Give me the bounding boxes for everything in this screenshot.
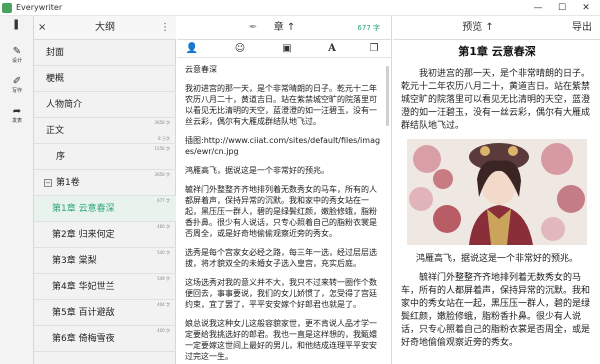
outline-item-label: 封面	[46, 48, 65, 58]
editor-toolbar: 👤 ☺ ▣ A ❐	[177, 40, 392, 58]
editor-line: 这场选秀对我的意义并不大，我只不过来转一圈作个数便回去，事事要说，我们的女儿娇惯…	[185, 278, 377, 309]
editor-textarea[interactable]: 云意春深 我初进宫的那一天，是个非常晴朗的日子。乾元十二年农历八月二十，黄道吉日…	[185, 64, 381, 364]
minimize-button[interactable]: —	[526, 0, 550, 16]
outline-panel: × 大纲 ⋮ 封面 梗概 人物简介 正文 3656 字 8 万字 序 1556 …	[34, 16, 176, 364]
outline-item-count: 549 字	[157, 276, 170, 281]
outline-item-label: 第2章 归来何定	[52, 230, 115, 240]
outline-item-chapter-2[interactable]: 第2章 归来何定 466 字	[34, 222, 176, 248]
export-button[interactable]: 导出	[572, 16, 592, 40]
preview-content: 第1章 云意春深 我初进宫的那一天，是个非常晴朗的日子。乾元十二年农历八月二十，…	[401, 44, 593, 364]
preview-paragraph: 鸿雁高飞，据说这是一个非常好的预兆。	[415, 254, 578, 264]
outline-item-label: 正文	[46, 126, 65, 136]
outline-item-count: 3656 字	[154, 172, 170, 177]
maximize-button[interactable]: ☐	[550, 0, 574, 16]
outline-item-characters[interactable]: 人物简介	[34, 92, 176, 118]
outline-item-volume-1[interactable]: − 第1卷 3656 字	[34, 170, 176, 196]
editor-line: 毓祥门外整整齐齐地排列着无数秀女的马车，所有的人都屏着声，保持异常的沉默。我和家…	[185, 185, 377, 238]
outline-item-chapter-5[interactable]: 第5章 百计避敌 404 字	[34, 300, 176, 326]
outline-item-label: 第1章 云意春深	[52, 204, 115, 214]
outline-item-count: 8 万字	[158, 136, 170, 141]
image-icon[interactable]: ▣	[280, 42, 294, 56]
preview-paragraph: 我初进宫的那一天，是个非常晴朗的日子。乾元十二年农历八月二十，黄道吉日。站在紫禁…	[401, 69, 591, 131]
editor-line: 我初进宫的那一天，是个非常晴朗的日子。乾元十二年农历八月二十，黄道吉日。站在紫禁…	[185, 84, 377, 126]
close-button[interactable]: ✕	[574, 0, 598, 16]
outline-item-label: 第5章 百计避敌	[52, 308, 115, 318]
editor-line: 选秀是每个宫家女必经之路，每三年一选，经过层层选拔，将才貌双全的未婚女子选入皇宫…	[185, 248, 377, 268]
outline-item-cover[interactable]: 封面	[34, 40, 176, 66]
outline-item-count: 400 字	[157, 328, 170, 333]
outline-item-chapter-1[interactable]: 第1章 云意春深 677 字	[34, 196, 176, 222]
editor-header: ✒ 章 ↑ 677 字	[177, 16, 392, 40]
preview-title[interactable]: 预览 ↑	[393, 16, 563, 40]
outline-item-chapter-6[interactable]: 第6章 倚梅雪夜 400 字	[34, 326, 176, 352]
outline-title: 大纲	[95, 22, 115, 33]
collapse-icon[interactable]: −	[44, 179, 52, 187]
preview-paragraph: 毓祥门外整整齐齐地排列着无数秀女的马车，所有的人都屏着声，保持异常的沉默。我和家…	[401, 273, 591, 348]
editor-panel: ✒ 章 ↑ 677 字 👤 ☺ ▣ A ❐ 云意春深 我初进宫的那一天，是个非常…	[177, 16, 392, 364]
portrait-illustration-image	[407, 139, 587, 245]
title-bar: Everywriter — ☐ ✕	[0, 0, 600, 16]
font-icon[interactable]: A	[325, 42, 339, 56]
outline-item-count: 1556 字	[154, 146, 170, 151]
outline-item-count: 677 字	[157, 198, 170, 203]
window-title: Everywriter	[16, 3, 63, 12]
toolbar-write-label: 写作	[11, 88, 22, 94]
editor-scrollbar[interactable]	[386, 66, 389, 126]
outline-header: × 大纲 ⋮	[34, 16, 176, 40]
copy-icon[interactable]: ❐	[367, 42, 381, 56]
preview-header: 预览 ↑ 导出	[393, 16, 600, 40]
preview-chapter-heading: 第1章 云意春深	[458, 45, 536, 58]
share-icon: ➦	[12, 106, 22, 117]
emoji-icon[interactable]: ☺	[233, 42, 247, 56]
outline-item-label: 梗概	[46, 74, 65, 84]
person-icon[interactable]: 👤	[185, 42, 199, 56]
outline-item-label: 人物简介	[46, 100, 83, 110]
outline-item-label: 第1卷	[56, 178, 80, 188]
toolbar-publish-button[interactable]: ➦ 发表	[0, 106, 34, 125]
editor-line: 插图:http://www.ciiat.com/sites/default/fi…	[185, 136, 381, 156]
word-count: 677 字	[357, 24, 380, 32]
toolbar-publish-label: 发表	[11, 118, 22, 124]
outline-item-label: 第6章 倚梅雪夜	[52, 334, 115, 344]
outline-menu-icon[interactable]: ⋮	[160, 16, 170, 40]
app-logo-icon	[2, 3, 12, 13]
collapse-toolbar-icon[interactable]: ❚	[12, 19, 20, 30]
toolbar-write-button[interactable]: ✐ 写作	[0, 76, 34, 95]
toolbar-design-label: 设计	[11, 58, 22, 64]
outline-item-count: 466 字	[157, 224, 170, 229]
preview-illustration	[407, 139, 587, 245]
editor-line: 云意春深	[185, 65, 217, 74]
outline-item-label: 序	[56, 152, 66, 162]
editor-line: 鸿雁高飞，据说这是一个非常好的预兆。	[185, 166, 329, 175]
write-icon: ✐	[12, 76, 22, 87]
mode-toolbar: ❚ ✎ 设计 ✐ 写作 ➦ 发表	[0, 16, 34, 364]
outline-item-body[interactable]: 正文 3656 字 8 万字	[34, 118, 176, 144]
outline-item-chapter-4[interactable]: 第4章 华妃世兰 549 字	[34, 274, 176, 300]
pen-icon: ✎	[12, 46, 22, 57]
toolbar-design-button[interactable]: ✎ 设计	[0, 46, 34, 65]
outline-item-synopsis[interactable]: 梗概	[34, 66, 176, 92]
outline-item-preface[interactable]: 序 1556 字	[34, 144, 176, 170]
outline-item-count: 540 字	[157, 250, 170, 255]
editor-line: 娘总说我这种女儿这般容貌家世，更不肯说人品才学一定要给我挑选好的郎君。我也一直是…	[185, 319, 377, 361]
outline-item-label: 第4章 华妃世兰	[52, 282, 115, 292]
outline-item-count: 404 字	[157, 302, 170, 307]
outline-item-count: 3656 字	[154, 120, 170, 125]
outline-item-label: 第3章 棠梨	[52, 256, 97, 266]
preview-panel: 预览 ↑ 导出 第1章 云意春深 我初进宫的那一天，是个非常晴朗的日子。乾元十二…	[393, 16, 600, 364]
outline-item-chapter-3[interactable]: 第3章 棠梨 540 字	[34, 248, 176, 274]
